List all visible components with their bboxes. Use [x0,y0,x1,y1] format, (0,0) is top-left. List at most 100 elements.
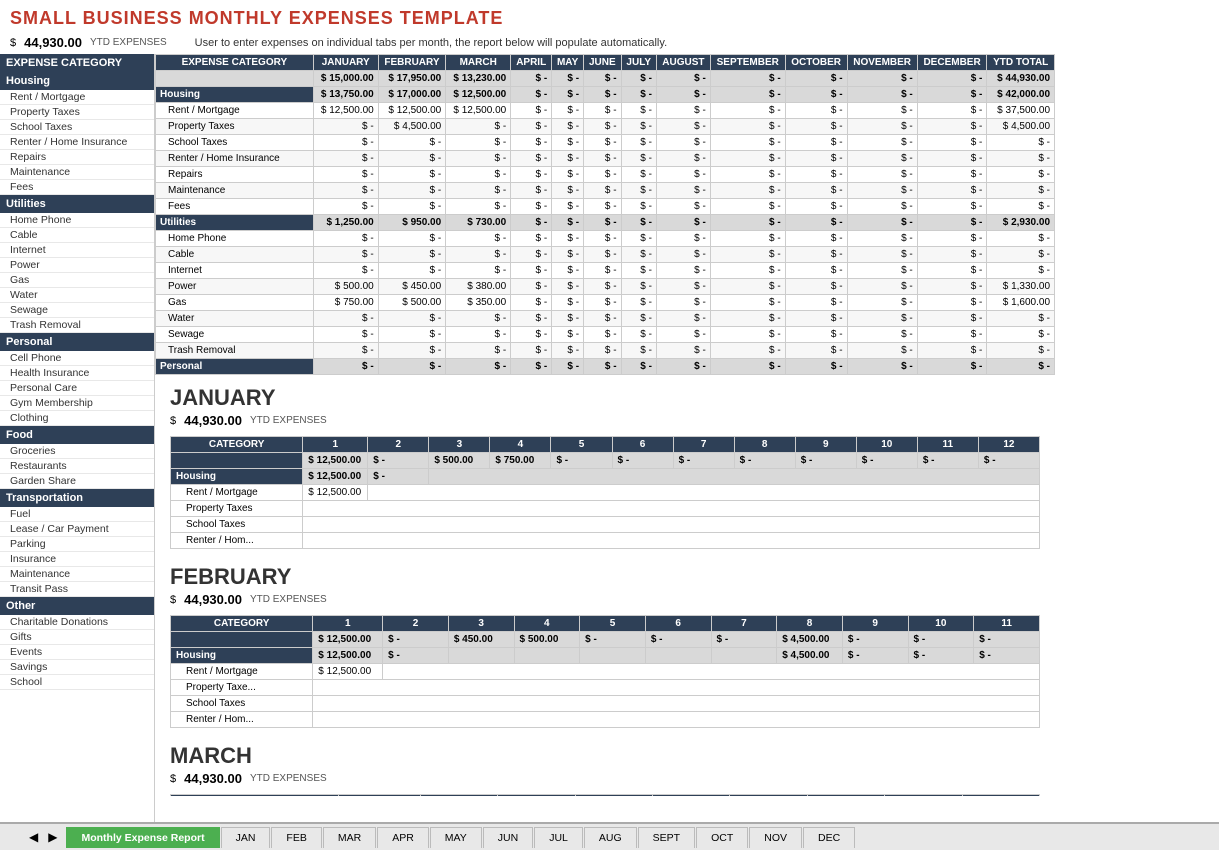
sidebar-item-events[interactable]: Events [0,645,154,660]
sidebar-item-clothing[interactable]: Clothing [0,411,154,426]
main-val-11-1: $ - [378,247,445,263]
main-val-6-1: $ - [378,167,445,183]
main-val-2-3: $ - [511,103,552,119]
sidebar-item-maint[interactable]: Maintenance [0,567,154,582]
main-val-10-1: $ - [378,231,445,247]
tab-arrow-left[interactable]: ◀ [25,828,42,846]
tab-apr[interactable]: APR [377,827,429,848]
main-val-6-6: $ - [621,167,656,183]
main-val-5-3: $ - [511,151,552,167]
main-val-9-10: $ - [847,215,917,231]
sidebar-item-gifts[interactable]: Gifts [0,630,154,645]
main-val-2-5: $ - [584,103,622,119]
sidebar-item-trash[interactable]: Trash Removal [0,318,154,333]
col-header-ytd: YTD TOTAL [987,55,1055,71]
main-val-4-2: $ - [446,135,511,151]
main-cat-12: Internet [156,263,314,279]
tab-may[interactable]: MAY [430,827,482,848]
jan-housing-rest [429,469,1040,485]
sidebar-item-transit[interactable]: Transit Pass [0,582,154,597]
main-val-9-5: $ - [584,215,622,231]
tab-feb[interactable]: FEB [271,827,321,848]
sidebar-item-parking[interactable]: Parking [0,537,154,552]
tab-sept[interactable]: SEPT [638,827,695,848]
sidebar-item-home-phone[interactable]: Home Phone [0,213,154,228]
main-cat-18: Personal [156,359,314,375]
sidebar-item-sewage[interactable]: Sewage [0,303,154,318]
jan-col-category: CATEGORY [171,437,303,453]
sidebar-item-internet[interactable]: Internet [0,243,154,258]
sidebar-item-insurance[interactable]: Insurance [0,552,154,567]
feb-housing-4 [514,648,580,664]
mar-col-1: 1 [338,795,420,797]
sidebar-item-rent[interactable]: Rent / Mortgage [0,90,154,105]
sidebar-item-school-taxes[interactable]: School Taxes [0,120,154,135]
page-title: SMALL BUSINESS MONTHLY EXPENSES TEMPLATE [0,0,1219,31]
sidebar-item-fuel[interactable]: Fuel [0,507,154,522]
tab-oct[interactable]: OCT [696,827,748,848]
sidebar-item-groceries[interactable]: Groceries [0,444,154,459]
tab-arrow-right[interactable]: ▶ [44,828,61,846]
main-val-9-0: $ 1,250.00 [313,215,378,231]
main-val-18-5: $ - [584,359,622,375]
sidebar-item-water[interactable]: Water [0,288,154,303]
sidebar-item-savings[interactable]: Savings [0,660,154,675]
tab-jul[interactable]: JUL [534,827,583,848]
feb-col-3: 3 [448,616,514,632]
sidebar-item-maintenance[interactable]: Maintenance [0,165,154,180]
main-val-2-10: $ - [847,103,917,119]
sidebar-item-personal-care[interactable]: Personal Care [0,381,154,396]
sidebar-item-property-taxes[interactable]: Property Taxes [0,105,154,120]
sidebar-item-health-insurance[interactable]: Health Insurance [0,366,154,381]
main-val-3-9: $ - [785,119,847,135]
sidebar-item-school[interactable]: School [0,675,154,690]
sidebar-item-garden[interactable]: Garden Share [0,474,154,489]
main-val-15-1: $ - [378,311,445,327]
feb-property-row: Property Taxe... [171,680,1040,696]
main-val-14-1: $ 500.00 [378,295,445,311]
tab-nov[interactable]: NOV [749,827,802,848]
col-header-sep: SEPTEMBER [710,55,785,71]
tab-dec[interactable]: DEC [803,827,855,848]
main-val-8-5: $ - [584,199,622,215]
main-val-17-2: $ - [446,343,511,359]
feb-total-9: $ - [842,632,908,648]
feb-school-cat: School Taxes [171,696,313,712]
tab-jan[interactable]: JAN [221,827,271,848]
main-val-13-8: $ - [710,279,785,295]
main-val-5-7: $ - [656,151,710,167]
sidebar-item-power[interactable]: Power [0,258,154,273]
main-val-12-12: $ - [987,263,1055,279]
feb-total-7: $ - [711,632,777,648]
main-val-15-10: $ - [847,311,917,327]
tab-aug[interactable]: AUG [584,827,637,848]
main-cat-16: Sewage [156,327,314,343]
february-table: CATEGORY 1 2 3 4 5 6 7 8 9 10 11 [170,615,1040,728]
main-cat-3: Property Taxes [156,119,314,135]
sidebar-item-cell-phone[interactable]: Cell Phone [0,351,154,366]
tab-mar[interactable]: MAR [323,827,376,848]
main-val-5-4: $ - [552,151,584,167]
sidebar-item-donations[interactable]: Charitable Donations [0,615,154,630]
sidebar-item-home-insurance[interactable]: Renter / Home Insurance [0,135,154,150]
sidebar-item-lease[interactable]: Lease / Car Payment [0,522,154,537]
main-val-8-4: $ - [552,199,584,215]
main-val-6-8: $ - [710,167,785,183]
sidebar-item-cable[interactable]: Cable [0,228,154,243]
feb-total-10: $ - [908,632,974,648]
sidebar-item-repairs[interactable]: Repairs [0,150,154,165]
sidebar-item-fees[interactable]: Fees [0,180,154,195]
main-val-16-11: $ - [917,327,987,343]
tab-monthly-expense-report[interactable]: Monthly Expense Report [66,827,219,848]
main-val-16-1: $ - [378,327,445,343]
sidebar-item-restaurants[interactable]: Restaurants [0,459,154,474]
sidebar-item-gas[interactable]: Gas [0,273,154,288]
tab-jun[interactable]: JUN [483,827,533,848]
sidebar-item-gym[interactable]: Gym Membership [0,396,154,411]
tab-arrows: ◀ ▶ [25,828,61,846]
main-val-13-5: $ - [584,279,622,295]
ytd-bar: $ 44,930.00 YTD EXPENSES User to enter e… [0,31,1219,54]
main-val-14-4: $ - [552,295,584,311]
feb-housing-7 [711,648,777,664]
col-header-oct: OCTOBER [785,55,847,71]
